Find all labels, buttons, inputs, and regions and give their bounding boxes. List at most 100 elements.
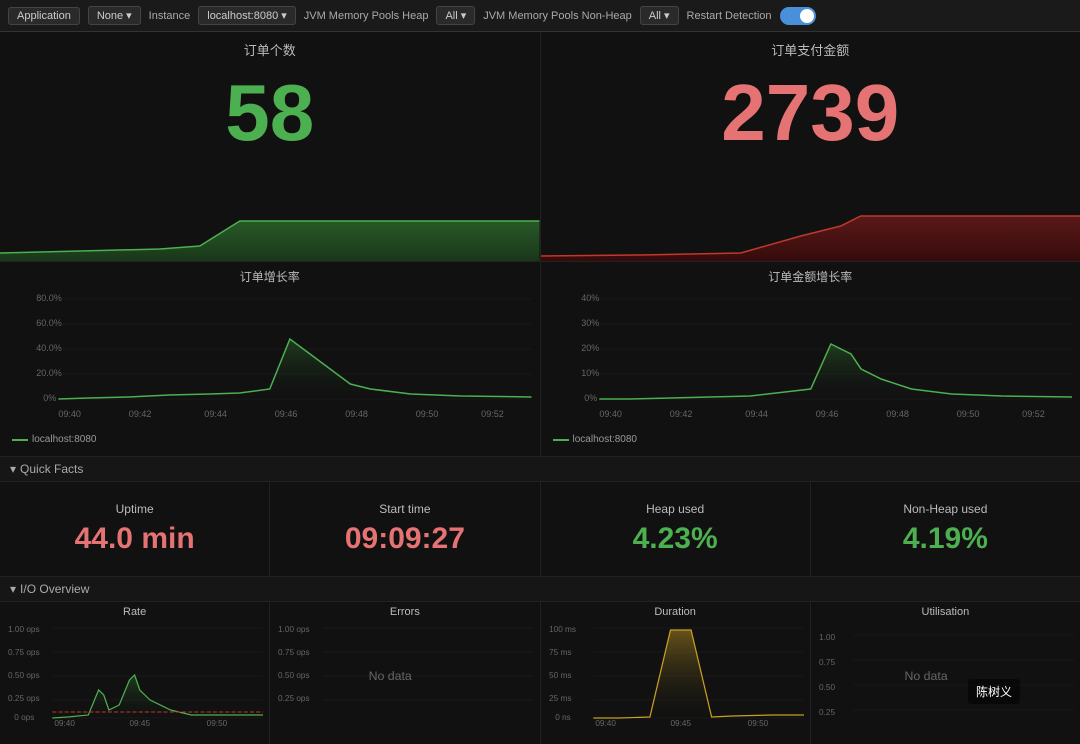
orders-count-value: 58 [225, 73, 314, 153]
svg-text:0%: 0% [43, 393, 56, 403]
svg-text:09:45: 09:45 [670, 719, 691, 728]
svg-text:No data: No data [904, 669, 947, 683]
uptime-label: Uptime [116, 502, 154, 516]
all-nonheap-dropdown[interactable]: All ▾ [640, 6, 679, 25]
utilisation-chart: 1.00 0.75 0.50 0.25 No data [817, 620, 1074, 730]
amount-growth-panel: 订单金额增长率 40% 30% 20% 10% 0% [541, 262, 1080, 456]
start-time-label: Start time [379, 502, 430, 516]
order-growth-chart: 80.0% 60.0% 40.0% 20.0% 0% [8, 289, 532, 429]
svg-text:40%: 40% [581, 293, 599, 303]
order-growth-legend: localhost:8080 [8, 432, 532, 447]
svg-text:1.00 ops: 1.00 ops [8, 625, 40, 634]
svg-text:09:44: 09:44 [745, 409, 768, 419]
start-time-value: 09:09:27 [345, 522, 465, 556]
svg-text:09:50: 09:50 [956, 409, 979, 419]
none-dropdown[interactable]: None ▾ [88, 6, 141, 25]
svg-text:10%: 10% [581, 368, 599, 378]
watermark: 陈树义 [968, 679, 1020, 704]
rate-chart: 1.00 ops 0.75 ops 0.50 ops 0.25 ops 0 op… [6, 620, 263, 730]
order-growth-panel: 订单增长率 80.0% 60.0% 40.0% 20.0% 0% [0, 262, 541, 456]
jvm-heap-label: JVM Memory Pools Heap [304, 10, 429, 22]
quick-facts-label: Quick Facts [20, 462, 83, 476]
uptime-card: Uptime 44.0 min [0, 482, 270, 576]
svg-text:09:50: 09:50 [416, 409, 439, 419]
svg-text:09:42: 09:42 [669, 409, 692, 419]
chevron-down-icon: ▾ [126, 9, 132, 22]
svg-text:09:42: 09:42 [129, 409, 152, 419]
none-label: None [97, 10, 123, 22]
svg-text:0.75: 0.75 [819, 658, 836, 667]
utilisation-panel: Utilisation 1.00 0.75 0.50 0.25 No data [811, 602, 1080, 744]
errors-panel: Errors 1.00 ops 0.75 ops 0.50 ops 0.25 o… [270, 602, 540, 744]
rate-title: Rate [6, 606, 263, 618]
orders-count-panel: 订单个数 58 [0, 32, 541, 261]
orders-amount-title: 订单支付金额 [771, 40, 849, 59]
quick-facts-header[interactable]: ▾ Quick Facts [0, 457, 1080, 482]
svg-text:09:44: 09:44 [204, 409, 227, 419]
duration-panel: Duration 100 ms 75 ms 50 ms 25 ms 0 ns [541, 602, 811, 744]
all-nonheap-value: All [649, 10, 661, 22]
svg-text:0.50 ops: 0.50 ops [278, 671, 310, 680]
svg-text:0.25 ops: 0.25 ops [278, 694, 310, 703]
svg-text:09:40: 09:40 [595, 719, 616, 728]
svg-text:No data: No data [369, 669, 412, 683]
non-heap-used-value: 4.19% [903, 522, 988, 556]
errors-title: Errors [276, 606, 533, 618]
svg-text:20%: 20% [581, 343, 599, 353]
svg-text:0%: 0% [584, 393, 597, 403]
svg-text:0.25 ops: 0.25 ops [8, 694, 40, 703]
svg-text:0.25: 0.25 [819, 708, 836, 717]
duration-chart: 100 ms 75 ms 50 ms 25 ms 0 ns [547, 620, 804, 730]
io-overview-header[interactable]: ▾ I/O Overview [0, 577, 1080, 602]
svg-text:09:40: 09:40 [58, 409, 81, 419]
heap-used-label: Heap used [646, 502, 704, 516]
all-heap-dropdown[interactable]: All ▾ [436, 6, 475, 25]
top-metrics-row: 订单个数 58 订单支付金额 2739 [0, 32, 1080, 262]
utilisation-title: Utilisation [817, 606, 1074, 618]
main-content: 订单个数 58 订单支付金额 2739 [0, 32, 1080, 744]
rate-panel: Rate 1.00 ops 0.75 ops 0.50 ops 0.25 ops… [0, 602, 270, 744]
chevron-down-icon: ▾ [461, 9, 467, 22]
errors-chart: 1.00 ops 0.75 ops 0.50 ops 0.25 ops No d… [276, 620, 533, 730]
svg-text:09:50: 09:50 [207, 719, 228, 728]
orders-amount-panel: 订单支付金额 2739 [541, 32, 1080, 261]
watermark-text: 陈树义 [976, 685, 1012, 699]
svg-text:09:46: 09:46 [275, 409, 298, 419]
svg-text:09:46: 09:46 [815, 409, 838, 419]
non-heap-used-label: Non-Heap used [903, 502, 987, 516]
svg-text:60.0%: 60.0% [36, 318, 62, 328]
order-growth-legend-label: localhost:8080 [32, 434, 97, 445]
svg-text:1.00: 1.00 [819, 633, 836, 642]
svg-text:0 ops: 0 ops [14, 713, 34, 722]
svg-text:09:40: 09:40 [54, 719, 75, 728]
amount-growth-chart: 40% 30% 20% 10% 0% [549, 289, 1073, 429]
all-heap-value: All [445, 10, 457, 22]
io-overview-row: Rate 1.00 ops 0.75 ops 0.50 ops 0.25 ops… [0, 602, 1080, 744]
svg-text:40.0%: 40.0% [36, 343, 62, 353]
svg-text:0.75 ops: 0.75 ops [278, 648, 310, 657]
svg-text:09:45: 09:45 [129, 719, 150, 728]
svg-text:09:52: 09:52 [481, 409, 504, 419]
amount-growth-legend: localhost:8080 [549, 432, 1073, 447]
restart-toggle[interactable] [780, 7, 816, 25]
non-heap-used-card: Non-Heap used 4.19% [811, 482, 1080, 576]
orders-count-title: 订单个数 [244, 40, 296, 59]
amount-growth-legend-label: localhost:8080 [573, 434, 638, 445]
application-button[interactable]: Application [8, 7, 80, 25]
svg-text:0.50 ops: 0.50 ops [8, 671, 40, 680]
svg-text:09:48: 09:48 [345, 409, 368, 419]
svg-text:0.75 ops: 0.75 ops [8, 648, 40, 657]
svg-text:100 ms: 100 ms [549, 625, 576, 634]
instance-dropdown[interactable]: localhost:8080 ▾ [198, 6, 295, 25]
jvm-nonheap-label: JVM Memory Pools Non-Heap [483, 10, 632, 22]
svg-text:09:52: 09:52 [1022, 409, 1045, 419]
instance-label: Instance [149, 10, 191, 22]
svg-text:1.00 ops: 1.00 ops [278, 625, 310, 634]
order-growth-title: 订单增长率 [8, 268, 532, 285]
svg-text:09:50: 09:50 [747, 719, 768, 728]
svg-text:0 ns: 0 ns [555, 713, 571, 722]
orders-count-chart [0, 161, 540, 261]
chevron-icon: ▾ [10, 462, 16, 476]
svg-text:20.0%: 20.0% [36, 368, 62, 378]
heap-used-value: 4.23% [633, 522, 718, 556]
